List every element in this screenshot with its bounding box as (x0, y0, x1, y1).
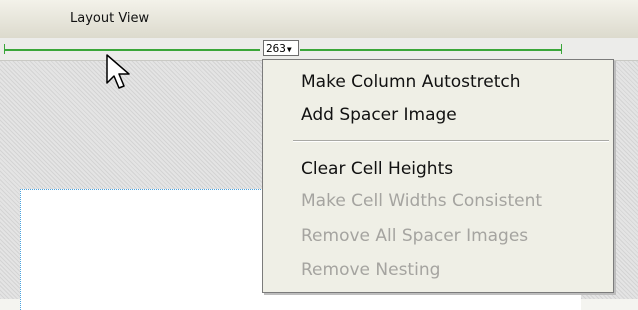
column-width-line-left (4, 49, 260, 51)
menu-item-make-column-autostretch[interactable]: Make Column Autostretch (301, 72, 521, 92)
column-context-menu: Make Column Autostretch Add Spacer Image… (262, 59, 614, 293)
column-width-dropdown[interactable]: 263▼ (263, 40, 299, 56)
column-width-line-right (300, 49, 562, 51)
column-width-value: 263 (266, 42, 286, 55)
menu-item-remove-nesting: Remove Nesting (301, 260, 441, 280)
dropdown-arrow-icon: ▼ (286, 45, 292, 54)
menu-separator (293, 140, 609, 142)
arrow-pointer-icon (106, 54, 132, 96)
ruler-tick-right (561, 44, 562, 54)
layout-view-title: Layout View (70, 11, 150, 26)
ruler-tick-left (4, 44, 5, 54)
menu-item-remove-all-spacer-images: Remove All Spacer Images (301, 226, 529, 246)
menu-item-make-cell-widths-consistent: Make Cell Widths Consistent (301, 191, 543, 211)
menu-item-add-spacer-image[interactable]: Add Spacer Image (301, 105, 457, 125)
layout-view-header: Layout View (0, 0, 638, 39)
menu-item-clear-cell-heights[interactable]: Clear Cell Heights (301, 159, 453, 179)
